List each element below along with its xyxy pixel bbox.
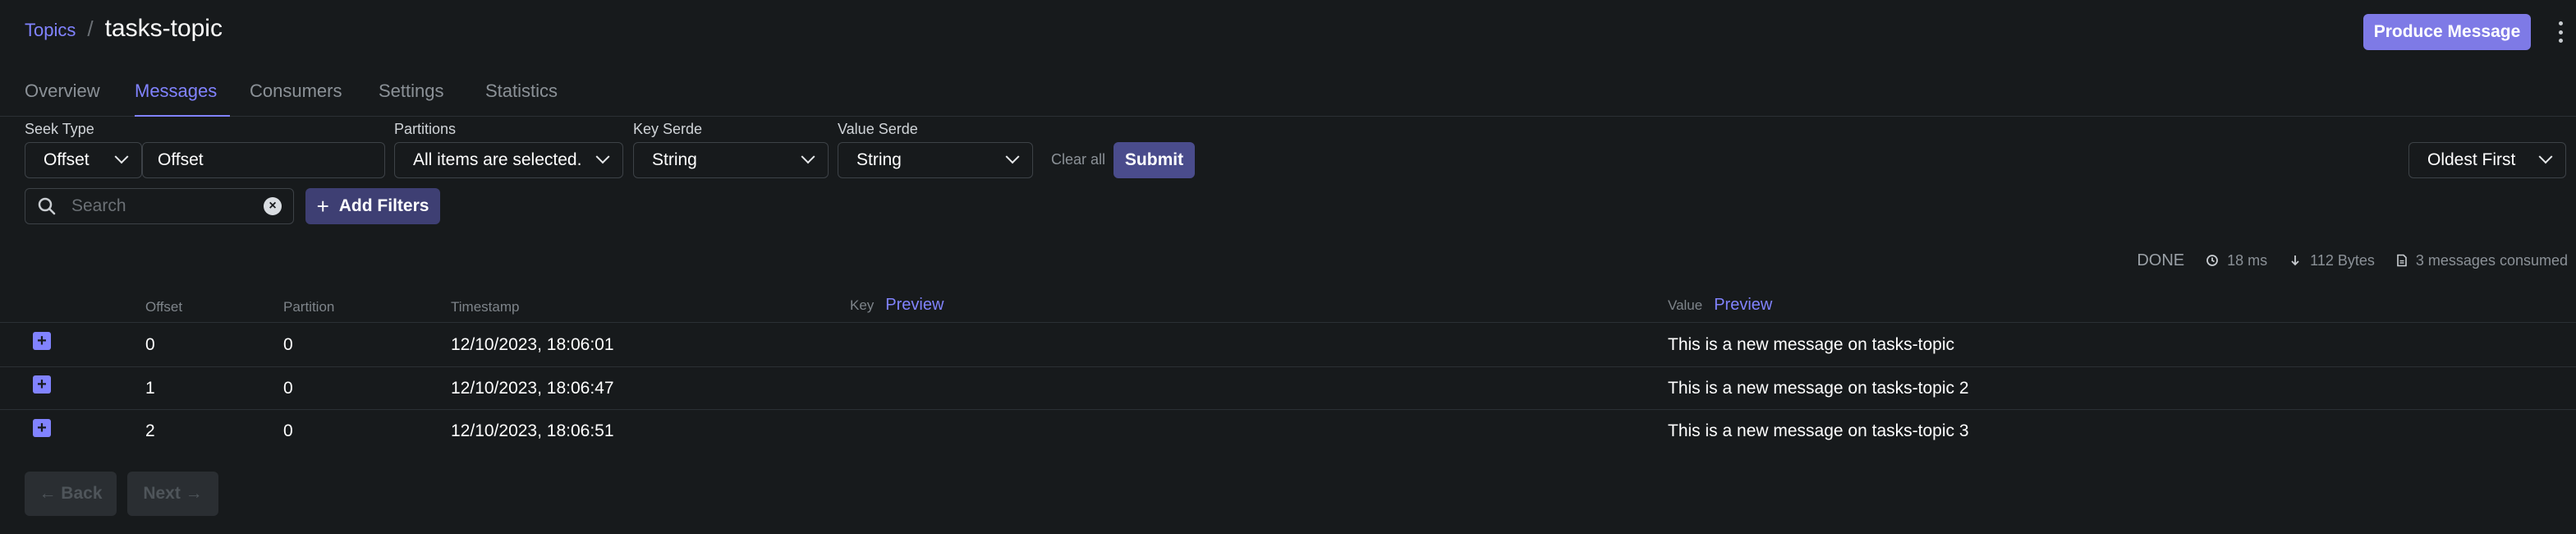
seek-type-select[interactable]: Offset bbox=[25, 142, 142, 178]
expand-row-icon[interactable]: + bbox=[33, 332, 51, 350]
tab-consumers[interactable]: Consumers bbox=[250, 81, 342, 117]
chevron-down-icon bbox=[595, 150, 610, 164]
partitions-select[interactable]: All items are selected. bbox=[394, 142, 623, 178]
sort-order-select[interactable]: Oldest First bbox=[2408, 142, 2566, 178]
row-divider bbox=[0, 366, 2576, 367]
column-header-offset: Offset bbox=[145, 299, 183, 315]
column-header-partition: Partition bbox=[283, 299, 335, 315]
bytes-consumed: 112 Bytes bbox=[2289, 252, 2375, 269]
clear-search-icon[interactable]: × bbox=[264, 197, 282, 215]
value-serde-value: String bbox=[856, 150, 902, 169]
cell-offset: 0 bbox=[145, 335, 155, 354]
arrow-down-icon bbox=[2291, 255, 2299, 266]
cell-timestamp: 12/10/2023, 18:06:47 bbox=[451, 379, 614, 398]
search-input[interactable]: Search × bbox=[25, 188, 294, 224]
key-header-label: Key bbox=[850, 297, 875, 313]
messages-consumed: 3 messages consumed bbox=[2396, 252, 2568, 269]
value-serde-label: Value Serde bbox=[838, 121, 918, 137]
search-placeholder: Search bbox=[71, 196, 126, 215]
submit-button[interactable]: Submit bbox=[1114, 142, 1195, 178]
page-title: tasks-topic bbox=[104, 15, 223, 42]
add-filters-label: Add Filters bbox=[338, 196, 429, 215]
key-serde-value: String bbox=[652, 150, 697, 169]
chevron-down-icon bbox=[114, 150, 129, 164]
tab-overview[interactable]: Overview bbox=[25, 81, 100, 117]
clear-all-button[interactable]: Clear all bbox=[1051, 151, 1105, 168]
elapsed-time-value: 18 ms bbox=[2227, 251, 2268, 269]
table-divider bbox=[0, 322, 2576, 323]
cell-timestamp: 12/10/2023, 18:06:01 bbox=[451, 335, 614, 354]
messages-value: 3 messages consumed bbox=[2415, 251, 2568, 269]
consume-stats: DONE 18 ms 112 Bytes 3 messages consumed bbox=[2137, 248, 2568, 273]
expand-row-icon[interactable]: + bbox=[33, 419, 51, 437]
cell-partition: 0 bbox=[283, 421, 293, 440]
cell-value: This is a new message on tasks-topic 3 bbox=[1668, 421, 1969, 440]
chevron-down-icon bbox=[1005, 150, 1020, 164]
cell-partition: 0 bbox=[283, 335, 293, 354]
document-icon bbox=[2397, 254, 2407, 267]
column-header-key: Key Preview bbox=[850, 296, 944, 315]
chevron-down-icon bbox=[801, 150, 815, 164]
more-options-icon[interactable] bbox=[2552, 18, 2569, 46]
tab-bar: Overview Messages Consumers Settings Sta… bbox=[0, 72, 2576, 117]
cell-partition: 0 bbox=[283, 379, 293, 398]
column-header-timestamp: Timestamp bbox=[451, 299, 520, 315]
key-serde-label: Key Serde bbox=[633, 121, 703, 137]
key-serde-select[interactable]: String bbox=[633, 142, 829, 178]
cell-offset: 2 bbox=[145, 421, 155, 440]
cell-timestamp: 12/10/2023, 18:06:51 bbox=[451, 421, 614, 440]
plus-icon: + bbox=[316, 193, 329, 219]
partitions-value: All items are selected. bbox=[413, 150, 582, 169]
cell-value: This is a new message on tasks-topic 2 bbox=[1668, 379, 1969, 398]
clock-icon bbox=[2206, 255, 2219, 266]
add-filters-button[interactable]: + Add Filters bbox=[305, 188, 440, 224]
breadcrumb-separator: / bbox=[87, 16, 94, 41]
sort-order-value: Oldest First bbox=[2427, 150, 2516, 169]
seek-offset-input[interactable]: Offset bbox=[142, 142, 385, 178]
chevron-down-icon bbox=[2538, 150, 2553, 164]
next-button[interactable]: Next → bbox=[127, 472, 218, 516]
tab-messages[interactable]: Messages bbox=[135, 81, 230, 117]
column-header-value: Value Preview bbox=[1668, 296, 1772, 315]
breadcrumb-topics-link[interactable]: Topics bbox=[25, 20, 76, 41]
cell-value: This is a new message on tasks-topic bbox=[1668, 335, 1954, 354]
value-header-label: Value bbox=[1668, 297, 1703, 313]
tab-settings[interactable]: Settings bbox=[379, 81, 444, 117]
elapsed-time: 18 ms bbox=[2206, 252, 2267, 269]
seek-type-label: Seek Type bbox=[25, 121, 94, 137]
key-preview-link[interactable]: Preview bbox=[885, 296, 944, 314]
bytes-value: 112 Bytes bbox=[2310, 251, 2375, 269]
breadcrumb: Topics / tasks-topic bbox=[25, 15, 223, 51]
value-preview-link[interactable]: Preview bbox=[1714, 296, 1772, 314]
back-button[interactable]: ← Back bbox=[25, 472, 117, 516]
search-icon bbox=[38, 197, 56, 215]
produce-message-button[interactable]: Produce Message bbox=[2363, 14, 2531, 50]
expand-row-icon[interactable]: + bbox=[33, 375, 51, 394]
row-divider bbox=[0, 409, 2576, 410]
seek-type-value: Offset bbox=[44, 150, 90, 169]
value-serde-select[interactable]: String bbox=[838, 142, 1033, 178]
partitions-label: Partitions bbox=[394, 121, 457, 137]
tab-statistics[interactable]: Statistics bbox=[485, 81, 558, 117]
status-badge: DONE bbox=[2137, 251, 2185, 269]
cell-offset: 1 bbox=[145, 379, 155, 398]
